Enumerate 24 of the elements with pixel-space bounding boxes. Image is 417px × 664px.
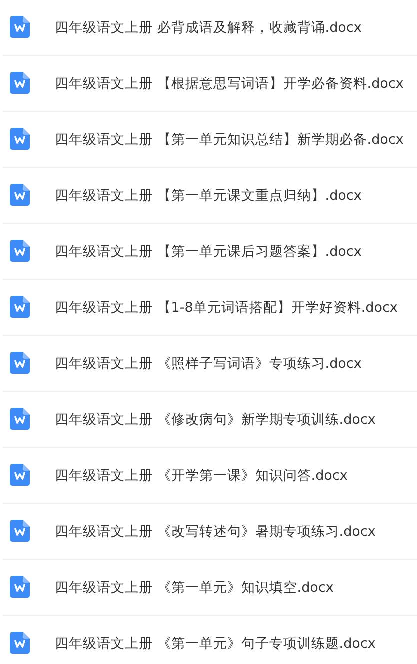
file-name[interactable]: 四年级语文上册 《第一单元》知识填空.docx [55, 578, 334, 596]
word-document-icon [10, 72, 30, 94]
file-name[interactable]: 四年级语文上册 《改写转述句》暑期专项练习.docx [55, 522, 376, 540]
file-name[interactable]: 四年级语文上册 《照样子写词语》专项练习.docx [55, 354, 362, 372]
word-document-icon [10, 520, 30, 542]
word-document-icon [10, 464, 30, 486]
file-name[interactable]: 四年级语文上册 【根据意思写词语】开学必备资料.docx [55, 74, 404, 92]
file-name[interactable]: 四年级语文上册 【第一单元知识总结】新学期必备.docx [55, 130, 404, 148]
word-document-icon [10, 184, 30, 206]
word-document-icon [10, 240, 30, 262]
word-document-icon [10, 128, 30, 150]
word-document-icon [10, 408, 30, 430]
file-name[interactable]: 四年级语文上册 【1-8单元词语搭配】开学好资料.docx [55, 298, 398, 316]
file-name[interactable]: 四年级语文上册 《开学第一课》知识问答.docx [55, 466, 348, 484]
file-name[interactable]: 四年级语文上册 【第一单元课后习题答案】.docx [55, 242, 362, 260]
word-document-icon [10, 352, 30, 374]
word-document-icon [10, 576, 30, 598]
file-name[interactable]: 四年级语文上册 【第一单元课文重点归纳】.docx [55, 186, 362, 204]
file-name[interactable]: 四年级语文上册 《第一单元》句子专项训练题.docx [55, 634, 376, 652]
word-document-icon [10, 16, 30, 38]
file-name[interactable]: 四年级语文上册 《修改病句》新学期专项训练.docx [55, 410, 376, 428]
file-name[interactable]: 四年级语文上册 必背成语及解释，收藏背诵.docx [55, 18, 362, 36]
word-document-icon [10, 632, 30, 654]
word-document-icon [10, 296, 30, 318]
